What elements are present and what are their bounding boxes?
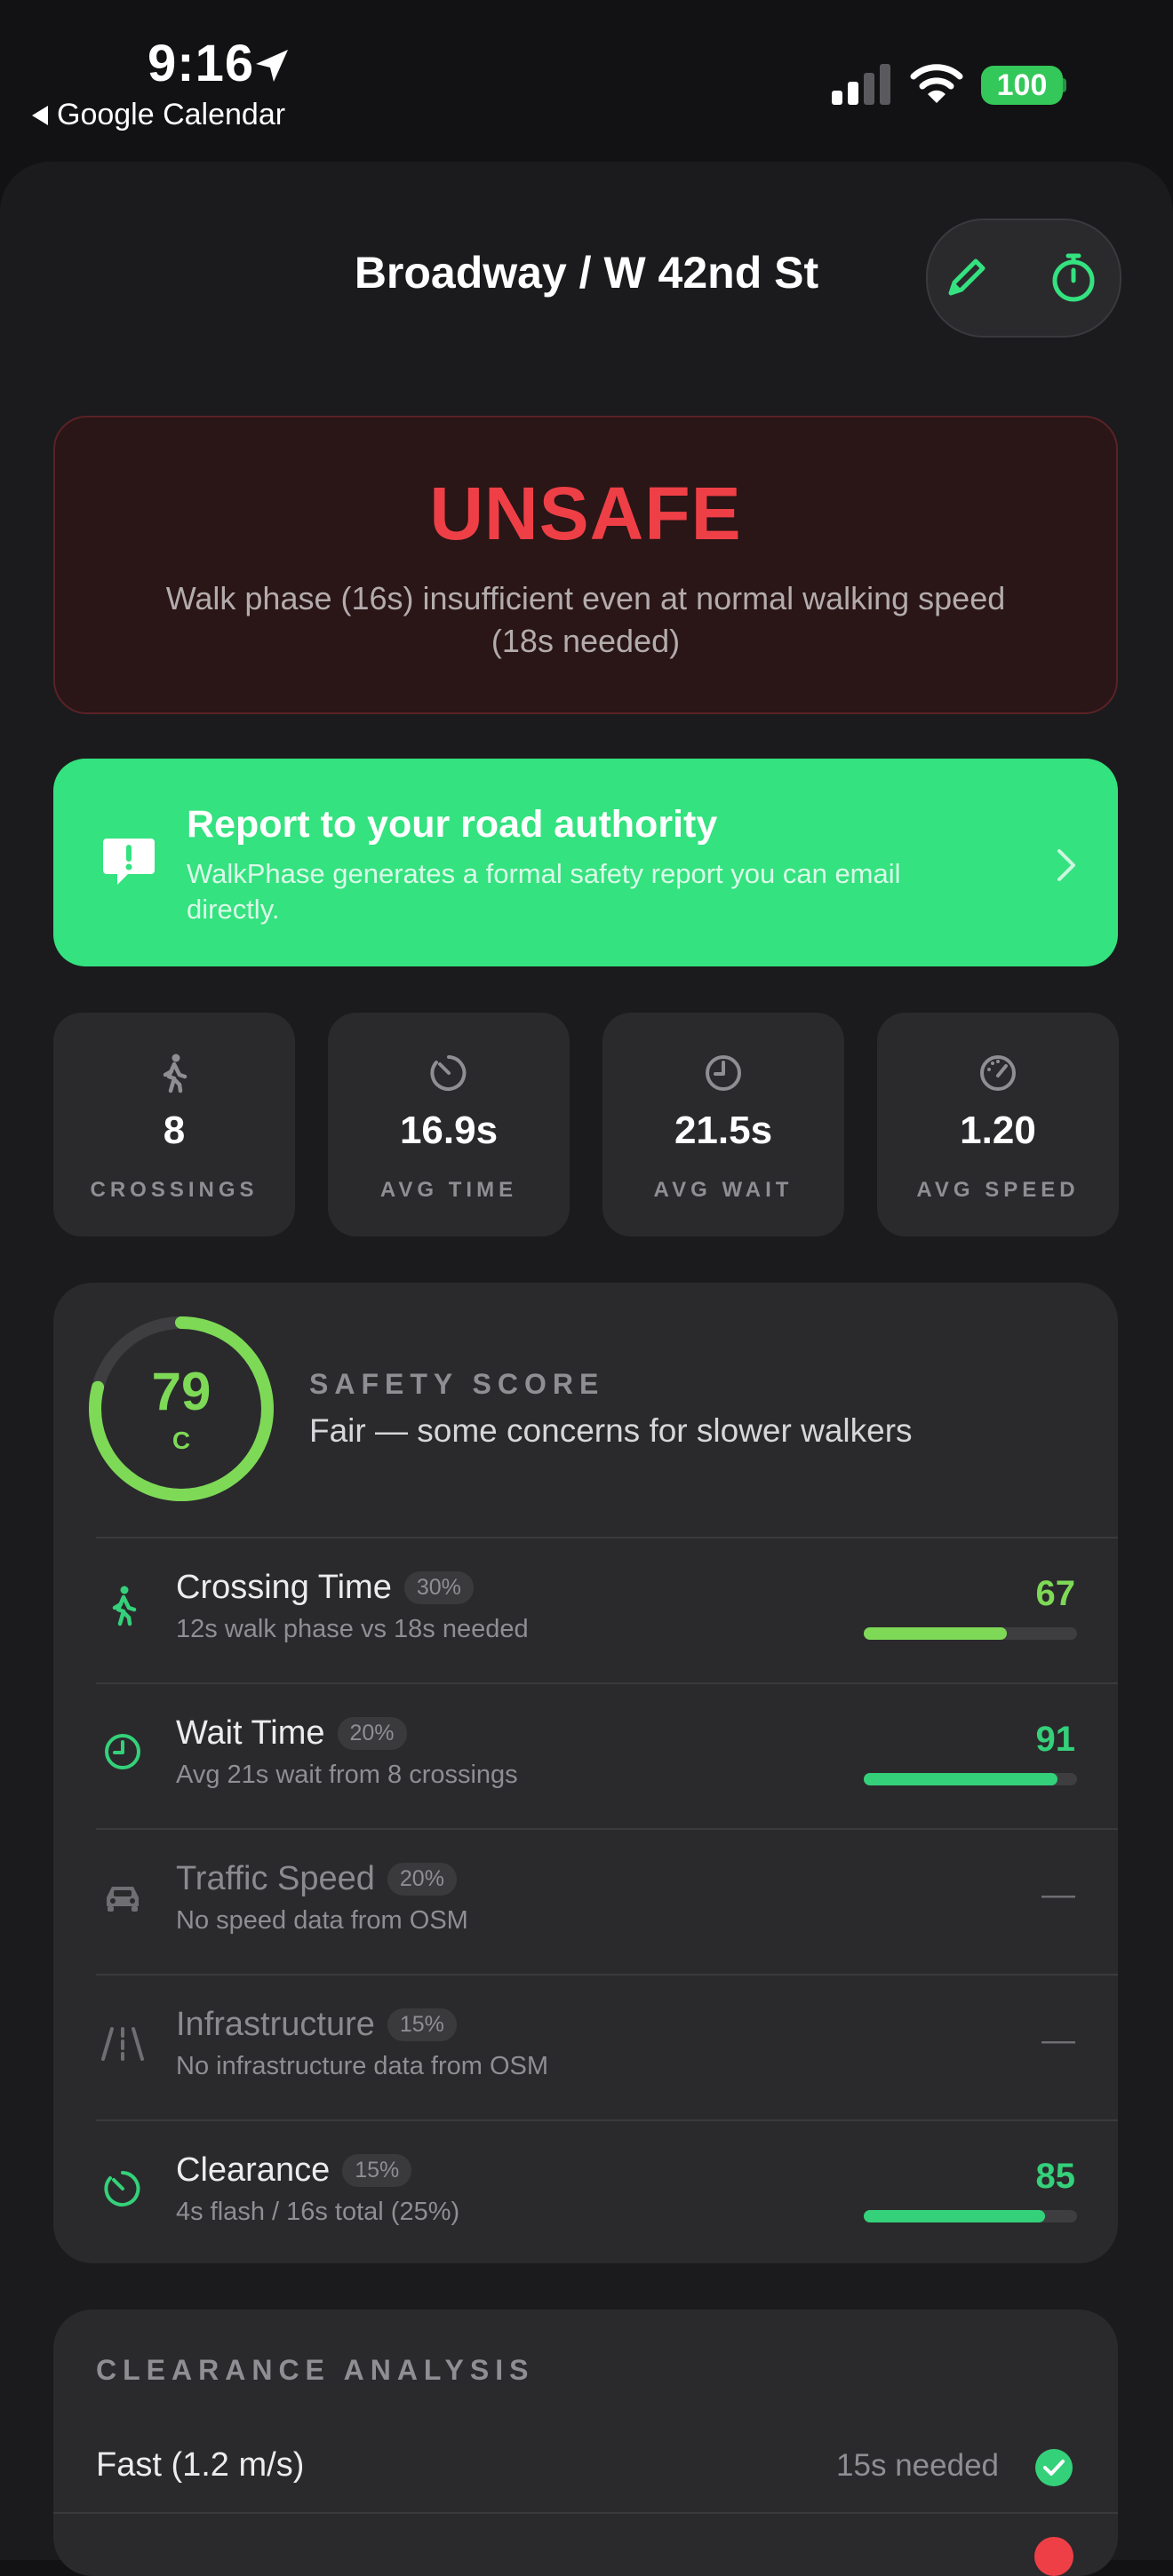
report-description: WalkPhase generates a formal safety repo… — [187, 858, 901, 925]
alert-bubble-icon — [103, 839, 155, 885]
back-triangle-icon — [32, 105, 48, 125]
stopwatch-icon[interactable] — [1045, 249, 1102, 306]
timer-icon — [430, 1055, 467, 1091]
factor-title: Traffic Speed — [176, 1860, 375, 1897]
verdict-title: UNSAFE — [429, 472, 742, 555]
clearance-analysis-label: CLEARANCE ANALYSIS — [96, 2354, 535, 2386]
factor-bar — [864, 2210, 1077, 2222]
stat-label: AVG WAIT — [653, 1178, 794, 1202]
row-divider — [96, 1974, 1118, 1976]
battery-indicator: 100 — [981, 66, 1063, 105]
safety-score-label: SAFETY SCORE — [309, 1368, 605, 1400]
stat-value: 16.9s — [399, 1109, 499, 1152]
verdict-card — [53, 416, 1118, 714]
factor-bar — [864, 1627, 1077, 1640]
factor-title: Wait Time — [176, 1714, 325, 1752]
clearance-analysis-card — [53, 2310, 1118, 2576]
factor-bar-fill — [864, 1627, 1007, 1640]
factor-traffic-speed: Traffic Speed 20% — [176, 1860, 457, 1898]
stat-value: 8 — [163, 1109, 186, 1152]
factor-subtitle: No infrastructure data from OSM — [176, 2052, 549, 2080]
factor-weight-badge: 15% — [342, 2154, 412, 2187]
factor-crossing-time: Crossing Time 30% — [176, 1569, 474, 1607]
factor-bar — [864, 1773, 1077, 1785]
road-icon — [101, 2027, 144, 2061]
factor-subtitle: Avg 21s wait from 8 crossings — [176, 1761, 518, 1789]
cellular-signal-icon — [832, 64, 890, 105]
clearance-row-needed: 15s needed — [836, 2448, 999, 2483]
car-icon — [107, 1887, 139, 1912]
clock-icon — [706, 1055, 741, 1091]
safety-score-grade: C — [172, 1427, 191, 1454]
factor-title: Clearance — [176, 2151, 331, 2189]
walking-icon — [112, 1586, 137, 1626]
report-title: Report to your road authority — [187, 803, 718, 846]
fail-status-icon — [1034, 2537, 1073, 2576]
factor-score-empty: — — [1041, 2022, 1075, 2059]
row-divider — [96, 2119, 1118, 2121]
clearance-row-label: Fast (1.2 m/s) — [96, 2446, 305, 2484]
factor-weight-badge: 15% — [387, 2008, 457, 2041]
factor-wait-time: Wait Time 20% — [176, 1714, 407, 1753]
location-arrow-icon — [256, 50, 288, 82]
pencil-icon[interactable] — [938, 249, 995, 306]
factor-subtitle: 4s flash / 16s total (25%) — [176, 2198, 460, 2226]
row-divider — [96, 1682, 1118, 1684]
back-app-label: Google Calendar — [57, 98, 286, 131]
clock-icon — [105, 1734, 140, 1769]
chevron-right-icon — [1057, 849, 1075, 881]
status-time: 9:16 — [148, 35, 255, 92]
wifi-icon — [910, 64, 963, 103]
stat-label: AVG SPEED — [916, 1178, 1080, 1202]
factor-clearance: Clearance 15% — [176, 2151, 412, 2190]
row-divider — [96, 1537, 1118, 1538]
row-divider — [53, 2512, 1118, 2514]
factor-infrastructure: Infrastructure 15% — [176, 2006, 457, 2044]
back-to-app-link[interactable]: Google Calendar — [32, 98, 285, 132]
factor-subtitle: 12s walk phase vs 18s needed — [176, 1615, 529, 1643]
factor-score-empty: — — [1041, 1876, 1075, 1913]
factor-weight-badge: 30% — [403, 1571, 474, 1604]
safety-score-value: 79 — [151, 1362, 211, 1421]
factor-weight-badge: 20% — [337, 1717, 407, 1750]
stat-label: AVG TIME — [379, 1178, 518, 1202]
timer-icon — [104, 2171, 140, 2206]
row-divider — [96, 1828, 1118, 1830]
factor-bar-fill — [864, 2210, 1045, 2222]
safety-score-description: Fair — some concerns for slower walkers — [309, 1412, 913, 1449]
factor-bar-fill — [864, 1773, 1058, 1785]
factor-score: 85 — [1035, 2157, 1076, 2196]
factor-title: Crossing Time — [176, 1569, 392, 1606]
pedestrian-icon — [163, 1053, 188, 1093]
speedometer-icon — [980, 1055, 1016, 1091]
factor-score: 67 — [1035, 1574, 1076, 1613]
factor-title: Infrastructure — [176, 2006, 375, 2043]
checkmark-icon — [1035, 2449, 1073, 2486]
stat-value: 1.20 — [960, 1109, 1036, 1152]
factor-score: 91 — [1035, 1720, 1076, 1759]
verdict-description: Walk phase (16s) insufficient even at no… — [165, 580, 1006, 659]
factor-subtitle: No speed data from OSM — [176, 1906, 468, 1935]
stat-value: 21.5s — [674, 1109, 773, 1152]
stat-label: CROSSINGS — [90, 1178, 259, 1202]
factor-weight-badge: 20% — [387, 1863, 457, 1896]
battery-nub — [1061, 78, 1066, 92]
